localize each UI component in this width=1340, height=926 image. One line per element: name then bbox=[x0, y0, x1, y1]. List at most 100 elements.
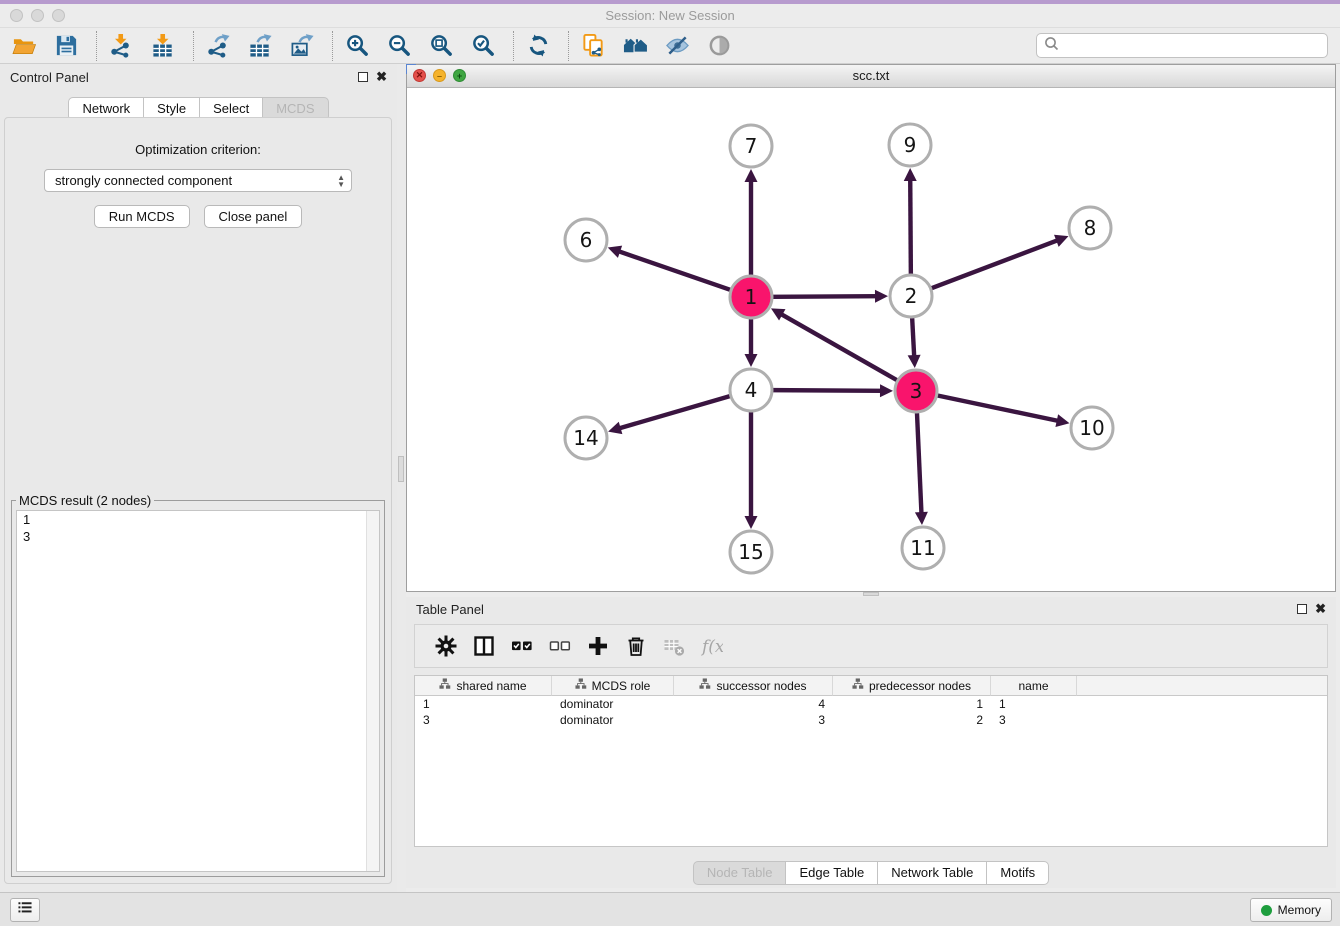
graph-node-9[interactable]: 9 bbox=[889, 124, 931, 166]
table-cell[interactable]: 2 bbox=[833, 712, 991, 728]
graph-edge-4-15[interactable] bbox=[745, 412, 758, 529]
export-table-icon[interactable] bbox=[246, 32, 274, 60]
zoom-out-icon[interactable] bbox=[385, 32, 413, 60]
search-field[interactable] bbox=[1036, 33, 1328, 58]
search-input[interactable] bbox=[1059, 36, 1327, 56]
select-all-icon[interactable] bbox=[507, 631, 537, 661]
zoom-selected-icon[interactable] bbox=[469, 32, 497, 60]
tab-network-table[interactable]: Network Table bbox=[877, 861, 987, 885]
mcds-result-list[interactable]: 13 bbox=[16, 510, 380, 872]
graph-edge-4-14[interactable] bbox=[608, 396, 730, 434]
table-cell[interactable]: 3 bbox=[991, 712, 1077, 728]
zoom-fit-icon[interactable] bbox=[427, 32, 455, 60]
show-columns-icon[interactable] bbox=[469, 631, 499, 661]
run-mcds-button[interactable]: Run MCDS bbox=[94, 205, 190, 228]
titlebar: Session: New Session bbox=[0, 4, 1340, 28]
network-window-titlebar[interactable]: ✕ – + scc.txt bbox=[407, 65, 1335, 88]
table-cell[interactable]: 3 bbox=[674, 712, 833, 728]
graph-edge-1-4[interactable] bbox=[745, 319, 758, 367]
tab-motifs[interactable]: Motifs bbox=[986, 861, 1049, 885]
column-header-name[interactable]: name bbox=[991, 676, 1077, 696]
graph-edge-1-7[interactable] bbox=[745, 169, 758, 275]
task-history-button[interactable] bbox=[10, 898, 40, 922]
graph-node-1[interactable]: 1 bbox=[730, 276, 772, 318]
svg-text:3: 3 bbox=[910, 379, 923, 403]
column-header-successor-nodes[interactable]: successor nodes bbox=[674, 676, 833, 696]
graph-node-4[interactable]: 4 bbox=[730, 369, 772, 411]
graph-node-10[interactable]: 10 bbox=[1071, 407, 1113, 449]
toolbar-separator bbox=[568, 31, 569, 61]
delete-table-icon bbox=[659, 631, 689, 661]
graph-node-11[interactable]: 11 bbox=[902, 527, 944, 569]
zoom-in-icon[interactable] bbox=[343, 32, 371, 60]
show-graphics-details-icon[interactable] bbox=[705, 32, 733, 60]
table-row[interactable]: 3dominator323 bbox=[415, 712, 1327, 728]
memory-button[interactable]: Memory bbox=[1250, 898, 1332, 922]
graph-edge-3-1[interactable] bbox=[771, 308, 897, 380]
status-bar: Memory bbox=[0, 892, 1340, 926]
result-scrollbar[interactable] bbox=[366, 511, 379, 871]
vertical-divider-handle[interactable] bbox=[398, 456, 404, 482]
table-toolbar: f(x) bbox=[414, 624, 1328, 668]
toolbar-separator bbox=[513, 31, 514, 61]
close-panel-icon[interactable]: ✖ bbox=[376, 72, 387, 82]
home-view-icon[interactable] bbox=[621, 32, 649, 60]
tab-edge-table[interactable]: Edge Table bbox=[785, 861, 878, 885]
column-header-predecessor-nodes[interactable]: predecessor nodes bbox=[833, 676, 991, 696]
table-cell[interactable]: 1 bbox=[991, 696, 1077, 712]
graph-node-8[interactable]: 8 bbox=[1069, 207, 1111, 249]
import-table-icon[interactable] bbox=[149, 32, 177, 60]
import-network-icon[interactable] bbox=[107, 32, 135, 60]
graph-edge-2-3[interactable] bbox=[908, 318, 921, 368]
unselect-all-icon[interactable] bbox=[545, 631, 575, 661]
graph-edge-1-2[interactable] bbox=[773, 290, 888, 303]
vertical-split-divider[interactable] bbox=[397, 64, 406, 892]
column-header-MCDS-role[interactable]: MCDS role bbox=[552, 676, 674, 696]
graph-node-3[interactable]: 3 bbox=[895, 370, 937, 412]
graph-node-15[interactable]: 15 bbox=[730, 531, 772, 573]
table-cell[interactable]: dominator bbox=[552, 712, 674, 728]
graph-edge-2-8[interactable] bbox=[932, 235, 1069, 288]
open-session-icon[interactable] bbox=[10, 32, 38, 60]
svg-text:14: 14 bbox=[573, 426, 598, 450]
criterion-select[interactable]: strongly connected component ▲▼ bbox=[44, 169, 352, 192]
tree-icon bbox=[852, 678, 864, 693]
clone-network-icon[interactable] bbox=[579, 32, 607, 60]
close-table-panel-icon[interactable]: ✖ bbox=[1315, 604, 1326, 614]
column-header-shared-name[interactable]: shared name bbox=[415, 676, 552, 696]
table-cell[interactable]: 4 bbox=[674, 696, 833, 712]
table-row[interactable]: 1dominator411 bbox=[415, 696, 1327, 712]
graph-edge-3-10[interactable] bbox=[938, 396, 1070, 427]
graph-edge-1-6[interactable] bbox=[608, 246, 730, 290]
network-canvas[interactable]: 7 9 6 8 1 2 4 3 14 10 15 11 bbox=[407, 88, 1335, 591]
table-cell[interactable]: 3 bbox=[415, 712, 552, 728]
float-table-panel-icon[interactable] bbox=[1297, 604, 1307, 614]
toolbar-separator bbox=[96, 31, 97, 61]
hide-graphics-details-icon[interactable] bbox=[663, 32, 691, 60]
criterion-selected-value: strongly connected component bbox=[55, 173, 232, 188]
export-image-icon[interactable] bbox=[288, 32, 316, 60]
table-cell[interactable]: dominator bbox=[552, 696, 674, 712]
graph-edge-3-11[interactable] bbox=[915, 413, 928, 525]
column-label: successor nodes bbox=[716, 679, 806, 693]
graph-node-6[interactable]: 6 bbox=[565, 219, 607, 261]
horizontal-divider-handle[interactable] bbox=[863, 592, 879, 596]
delete-row-icon[interactable] bbox=[621, 631, 651, 661]
graph-edge-2-9[interactable] bbox=[904, 168, 917, 274]
close-panel-button[interactable]: Close panel bbox=[204, 205, 303, 228]
svg-text:6: 6 bbox=[580, 228, 593, 252]
graph-node-7[interactable]: 7 bbox=[730, 125, 772, 167]
export-network-icon[interactable] bbox=[204, 32, 232, 60]
save-session-icon[interactable] bbox=[52, 32, 80, 60]
tab-node-table[interactable]: Node Table bbox=[693, 861, 787, 885]
graph-node-2[interactable]: 2 bbox=[890, 275, 932, 317]
mcds-result-item: 3 bbox=[17, 528, 379, 545]
table-cell[interactable]: 1 bbox=[833, 696, 991, 712]
graph-edge-4-3[interactable] bbox=[773, 384, 893, 397]
graph-node-14[interactable]: 14 bbox=[565, 417, 607, 459]
float-panel-icon[interactable] bbox=[358, 72, 368, 82]
table-cell[interactable]: 1 bbox=[415, 696, 552, 712]
refresh-network-icon[interactable] bbox=[524, 32, 552, 60]
gear-icon[interactable] bbox=[431, 631, 461, 661]
add-row-icon[interactable] bbox=[583, 631, 613, 661]
